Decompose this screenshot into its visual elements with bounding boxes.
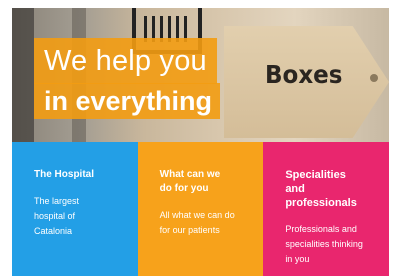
card-text: All what we can do for our patients — [159, 210, 235, 235]
card-text: The largest hospital of Catalonia — [34, 196, 80, 236]
sign-hole — [370, 74, 378, 82]
hero-headline-line1: We help you — [34, 38, 217, 84]
hero-headline-line2: in everything — [34, 83, 221, 119]
feature-cards: The Hospital The largest hospital of Cat… — [12, 142, 389, 276]
card-services[interactable]: What can we do for you All what we can d… — [137, 142, 264, 276]
sign-label: Boxes — [265, 60, 343, 89]
card-title: The Hospital — [34, 169, 95, 180]
card-specialities[interactable]: Specialities and professionals Professio… — [263, 142, 389, 276]
card-hospital[interactable]: The Hospital The largest hospital of Cat… — [12, 142, 138, 276]
card-text: Professionals and specialities thinking … — [285, 224, 363, 264]
card-title: Specialities and professionals — [285, 169, 357, 209]
card-title: What can we do for you — [159, 169, 221, 194]
